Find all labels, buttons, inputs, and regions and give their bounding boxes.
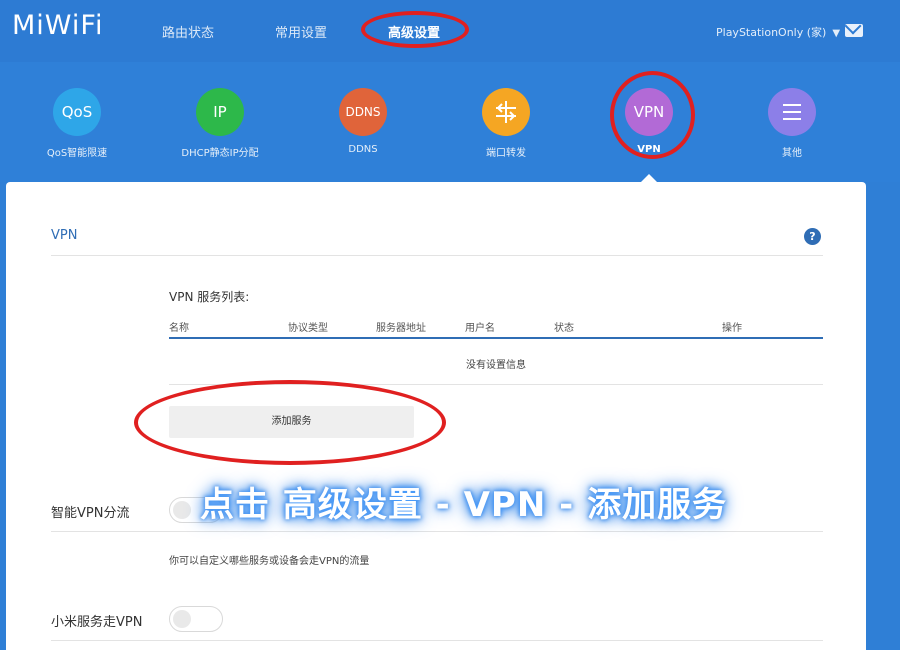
vpn-settings-panel: VPN ? VPN 服务列表: 名称 协议类型 服务器地址 用户名 状态 操作 …: [6, 182, 866, 650]
top-navigation-bar: MiWiFi 路由状态 常用设置 高级设置 PlayStationOnly (家…: [0, 0, 900, 62]
feature-qos[interactable]: QoS QoS智能限速: [22, 88, 132, 159]
feature-ddns[interactable]: DDNS DDNS: [308, 88, 418, 155]
qos-icon: QoS: [53, 88, 101, 136]
instruction-overlay-caption: 点击 高级设置 - VPN - 添加服务: [200, 485, 728, 525]
tab-common-settings[interactable]: 常用设置: [275, 22, 327, 41]
user-name: PlayStationOnly (家): [716, 26, 827, 39]
menu-icon: [768, 88, 816, 136]
toggle-knob: [173, 610, 191, 628]
port-forward-icon: [482, 88, 530, 136]
xiaomi-service-vpn-toggle[interactable]: [169, 606, 223, 632]
mail-icon[interactable]: [845, 24, 863, 37]
divider: [51, 255, 823, 256]
ip-icon: IP: [196, 88, 244, 136]
annotation-circle-vpn: [610, 71, 695, 159]
divider: [51, 531, 823, 532]
smart-vpn-hint: 你可以自定义哪些服务或设备会走VPN的流量: [169, 556, 370, 567]
table-header-rule: [169, 337, 823, 339]
annotation-circle-advanced-tab: [361, 11, 469, 48]
column-header-username: 用户名: [465, 323, 495, 334]
feature-dhcp-static-ip[interactable]: IP DHCP静态IP分配: [165, 88, 275, 159]
annotation-circle-add-service: [134, 380, 446, 465]
chevron-down-icon: ▼: [832, 28, 841, 39]
smart-vpn-split-label: 智能VPN分流: [51, 506, 130, 521]
ddns-icon: DDNS: [339, 88, 387, 136]
empty-table-message: 没有设置信息: [466, 360, 526, 371]
user-menu[interactable]: PlayStationOnly (家) ▼: [716, 24, 840, 40]
feature-ddns-label: DDNS: [348, 144, 378, 155]
column-header-server: 服务器地址: [376, 323, 426, 334]
column-header-actions: 操作: [722, 323, 742, 334]
toggle-knob: [173, 501, 191, 519]
column-header-protocol: 协议类型: [288, 323, 328, 334]
feature-other[interactable]: 其他: [737, 88, 847, 159]
feature-icon-bar: QoS QoS智能限速 IP DHCP静态IP分配 DDNS DDNS 端口转发…: [0, 62, 900, 182]
divider: [51, 640, 823, 641]
section-title-vpn: VPN: [51, 228, 78, 243]
column-header-name: 名称: [169, 323, 189, 334]
help-icon[interactable]: ?: [804, 228, 821, 245]
feature-other-label: 其他: [782, 148, 802, 159]
miwifi-logo: MiWiFi: [12, 10, 104, 41]
column-header-status: 状态: [554, 323, 574, 334]
xiaomi-service-vpn-label: 小米服务走VPN: [51, 615, 143, 630]
tab-router-status[interactable]: 路由状态: [162, 22, 214, 41]
feature-qos-label: QoS智能限速: [46, 148, 108, 159]
feature-port-forward[interactable]: 端口转发: [451, 88, 561, 159]
feature-dhcp-label: DHCP静态IP分配: [181, 148, 259, 159]
feature-port-forward-label: 端口转发: [486, 148, 526, 159]
vpn-service-list-title: VPN 服务列表:: [169, 290, 250, 304]
